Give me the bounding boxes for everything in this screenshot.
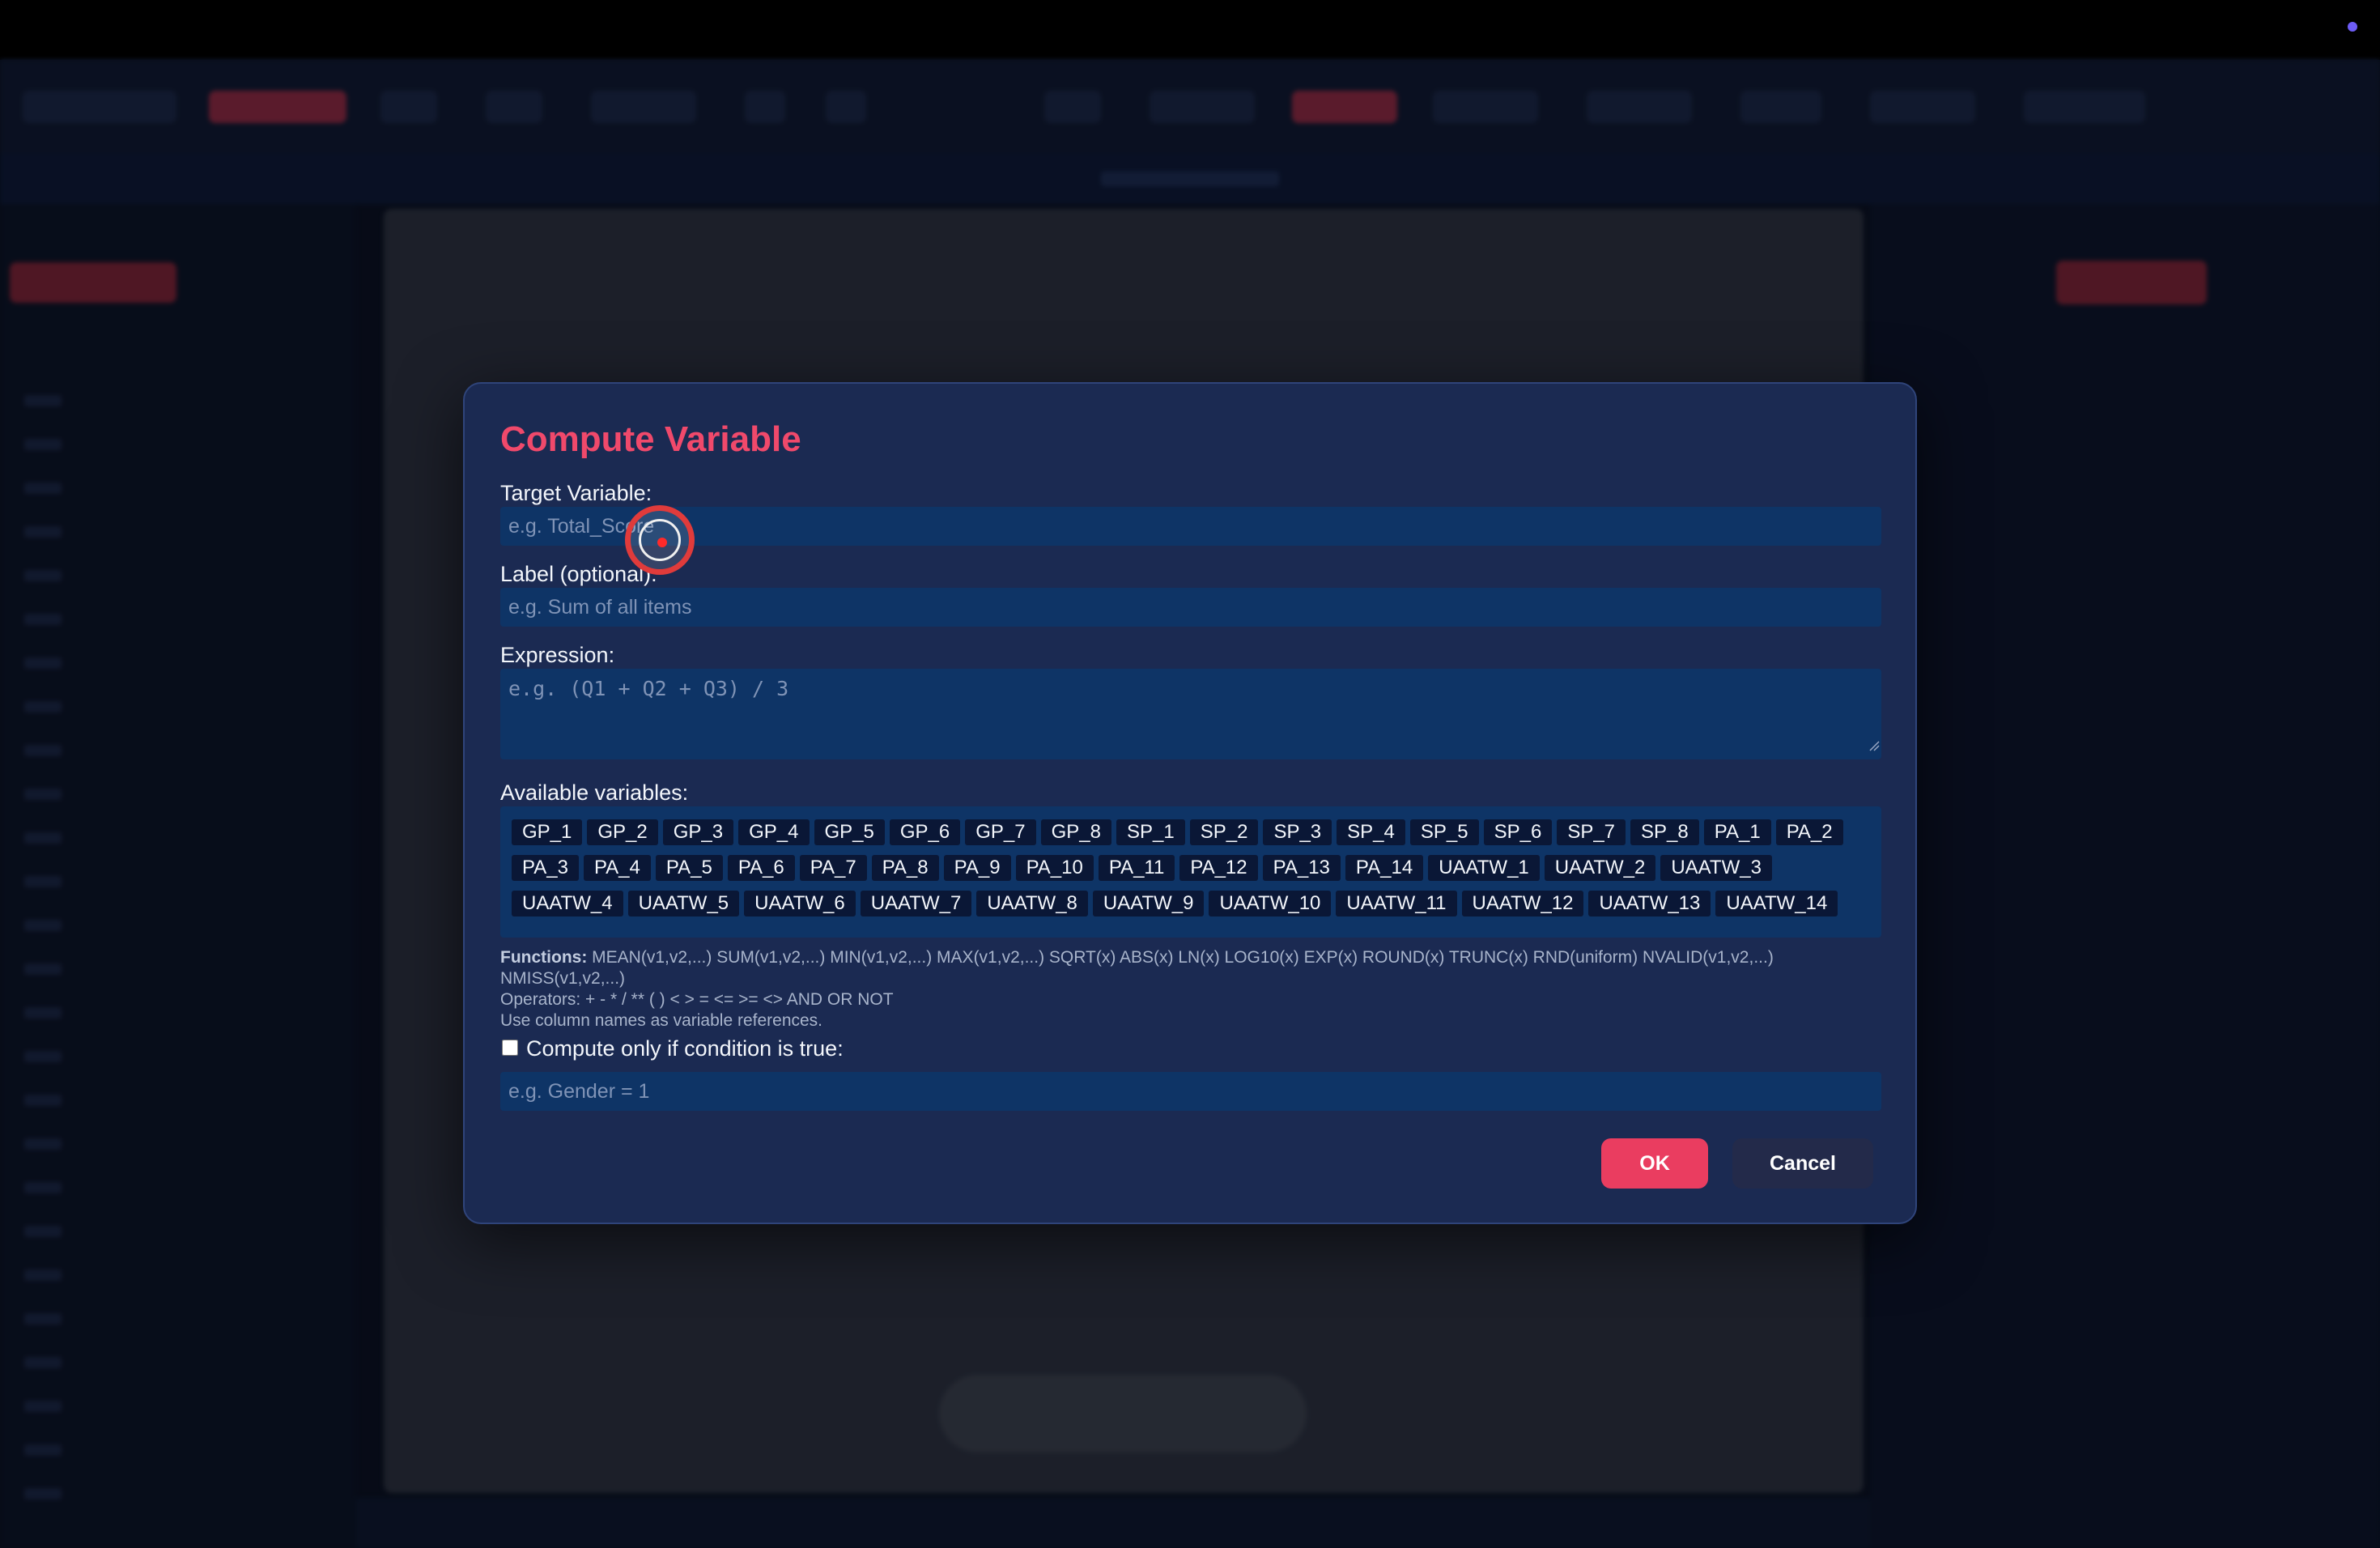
functions-help: Functions: MEAN(v1,v2,...) SUM(v1,v2,...… — [500, 947, 1885, 989]
variable-chip[interactable]: PA_7 — [799, 855, 867, 881]
variable-chip[interactable]: SP_2 — [1189, 819, 1259, 845]
screen-top-bar — [0, 0, 2380, 60]
variable-chip[interactable]: UAATW_1 — [1428, 855, 1540, 881]
functions-label: Functions: — [500, 948, 588, 967]
variable-chip[interactable]: GP_4 — [738, 819, 810, 845]
variable-chip[interactable]: GP_5 — [814, 819, 885, 845]
variable-chip[interactable]: SP_1 — [1116, 819, 1185, 845]
variable-chip[interactable]: GP_2 — [587, 819, 658, 845]
variable-chip[interactable]: UAATW_13 — [1588, 891, 1711, 916]
condition-checkbox[interactable] — [502, 1040, 518, 1056]
variable-chip[interactable]: PA_8 — [871, 855, 939, 881]
ok-button[interactable]: OK — [1601, 1138, 1708, 1189]
functions-text: MEAN(v1,v2,...) SUM(v1,v2,...) MIN(v1,v2… — [500, 948, 1774, 988]
variable-chip[interactable]: GP_1 — [512, 819, 583, 845]
variable-chip[interactable]: UAATW_3 — [1660, 855, 1772, 881]
variable-chip[interactable]: UAATW_6 — [744, 891, 856, 916]
variable-chip[interactable]: PA_4 — [583, 855, 651, 881]
expression-textarea[interactable] — [500, 669, 1881, 759]
variable-chip[interactable]: PA_14 — [1345, 855, 1424, 881]
variable-chip[interactable]: UAATW_7 — [860, 891, 972, 916]
variable-chip[interactable]: UAATW_8 — [976, 891, 1088, 916]
target-variable-input[interactable] — [500, 507, 1881, 546]
variable-chip[interactable]: SP_7 — [1557, 819, 1626, 845]
variable-chip[interactable]: SP_8 — [1630, 819, 1699, 845]
variable-chip[interactable]: PA_1 — [1703, 819, 1771, 845]
available-variables-list[interactable]: GP_1 GP_2 GP_3 GP_4 GP_5 GP_6 GP_7 GP_8 SP_1 SP_2… — [500, 806, 1881, 938]
condition-label[interactable]: Compute only if condition is true: — [526, 1036, 844, 1061]
variable-chip[interactable]: PA_13 — [1262, 855, 1341, 881]
variable-chip[interactable]: PA_9 — [943, 855, 1011, 881]
cancel-button[interactable]: Cancel — [1732, 1138, 1873, 1189]
variable-chip[interactable]: PA_10 — [1015, 855, 1094, 881]
click-indicator-icon — [625, 505, 695, 575]
variable-chip[interactable]: GP_3 — [662, 819, 734, 845]
variable-chip[interactable]: PA_3 — [512, 855, 579, 881]
label-optional-label: Label (optional): — [500, 562, 657, 586]
variable-chip[interactable]: SP_4 — [1337, 819, 1405, 845]
variable-chip[interactable]: UAATW_14 — [1715, 891, 1838, 916]
variable-chip[interactable]: UAATW_12 — [1461, 891, 1584, 916]
operators-help: Operators: + - * / ** ( ) < > = <= >= <>… — [500, 990, 894, 1009]
variable-chip[interactable]: PA_5 — [655, 855, 723, 881]
variable-chip[interactable]: PA_11 — [1098, 855, 1175, 881]
target-variable-label: Target Variable: — [500, 481, 652, 505]
variable-chip[interactable]: UAATW_9 — [1092, 891, 1205, 916]
expression-label: Expression: — [500, 643, 615, 667]
variable-chip[interactable]: PA_12 — [1179, 855, 1258, 881]
help-text: Functions: MEAN(v1,v2,...) SUM(v1,v2,...… — [500, 947, 1885, 1031]
variable-chip[interactable]: GP_6 — [889, 819, 961, 845]
click-indicator-dot — [657, 538, 667, 547]
variable-chip[interactable]: UAATW_4 — [512, 891, 623, 916]
variable-chip[interactable]: GP_8 — [1040, 819, 1111, 845]
available-variables-label: Available variables: — [500, 780, 689, 805]
variable-chip[interactable]: UAATW_5 — [627, 891, 740, 916]
variable-chip[interactable]: UAATW_2 — [1544, 855, 1656, 881]
variable-chip[interactable]: SP_3 — [1263, 819, 1332, 845]
label-input[interactable] — [500, 588, 1881, 627]
variable-chip[interactable]: UAATW_11 — [1336, 891, 1457, 916]
condition-input[interactable] — [500, 1072, 1881, 1111]
resize-grip-icon[interactable] — [1868, 740, 1880, 751]
dialog-title: Compute Variable — [500, 419, 801, 459]
variable-chip[interactable]: UAATW_10 — [1209, 891, 1332, 916]
usage-help: Use column names as variable references. — [500, 1011, 823, 1030]
variable-chip[interactable]: SP_5 — [1409, 819, 1479, 845]
variable-chip[interactable]: PA_6 — [727, 855, 795, 881]
click-indicator-inner — [639, 519, 681, 561]
variable-chip[interactable]: PA_2 — [1775, 819, 1843, 845]
variable-chip[interactable]: SP_6 — [1483, 819, 1553, 845]
status-dot-icon — [2348, 22, 2357, 32]
variable-chip[interactable]: GP_7 — [965, 819, 1036, 845]
compute-variable-dialog: Compute Variable Target Variable: Label … — [463, 382, 1917, 1224]
